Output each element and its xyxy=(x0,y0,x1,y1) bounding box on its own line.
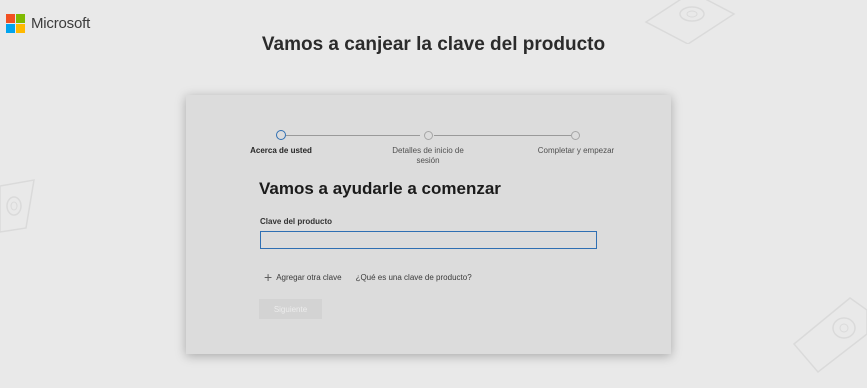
next-button[interactable]: Siguiente xyxy=(259,299,322,319)
add-key-text: Agregar otra clave xyxy=(276,272,342,282)
redeem-card: Acerca de usted Detalles de inicio de se… xyxy=(186,95,671,354)
progress-stepper: Acerca de usted Detalles de inicio de se… xyxy=(186,95,671,165)
what-is-product-key-link[interactable]: ¿Qué es una clave de producto? xyxy=(356,273,472,282)
step-1-indicator xyxy=(276,130,286,140)
product-box-top-icon xyxy=(644,0,736,44)
add-key-link[interactable]: + Agregar otra clave xyxy=(264,269,342,285)
product-box-bottom-right-icon xyxy=(792,297,867,374)
step-2-indicator xyxy=(424,131,433,140)
product-key-input[interactable] xyxy=(260,231,597,249)
form-heading: Vamos a ayudarle a comenzar xyxy=(259,179,501,198)
step-1-label: Acerca de usted xyxy=(250,146,312,155)
step-connector xyxy=(286,135,420,136)
step-3-indicator xyxy=(571,131,580,140)
link-row: + Agregar otra clave ¿Qué es una clave d… xyxy=(264,269,472,285)
page: Microsoft Vamos a canjear la clave del p… xyxy=(0,0,867,388)
product-key-label: Clave del producto xyxy=(260,217,333,226)
product-box-left-icon xyxy=(0,179,35,233)
step-connector xyxy=(434,135,571,136)
step-3-label: Completar y empezar xyxy=(537,146,615,155)
microsoft-logo-icon xyxy=(6,14,25,33)
microsoft-brand: Microsoft xyxy=(6,14,90,33)
brand-name: Microsoft xyxy=(31,15,91,32)
step-2-label: Detalles de inicio de sesión xyxy=(392,146,464,165)
plus-icon: + xyxy=(264,269,273,285)
